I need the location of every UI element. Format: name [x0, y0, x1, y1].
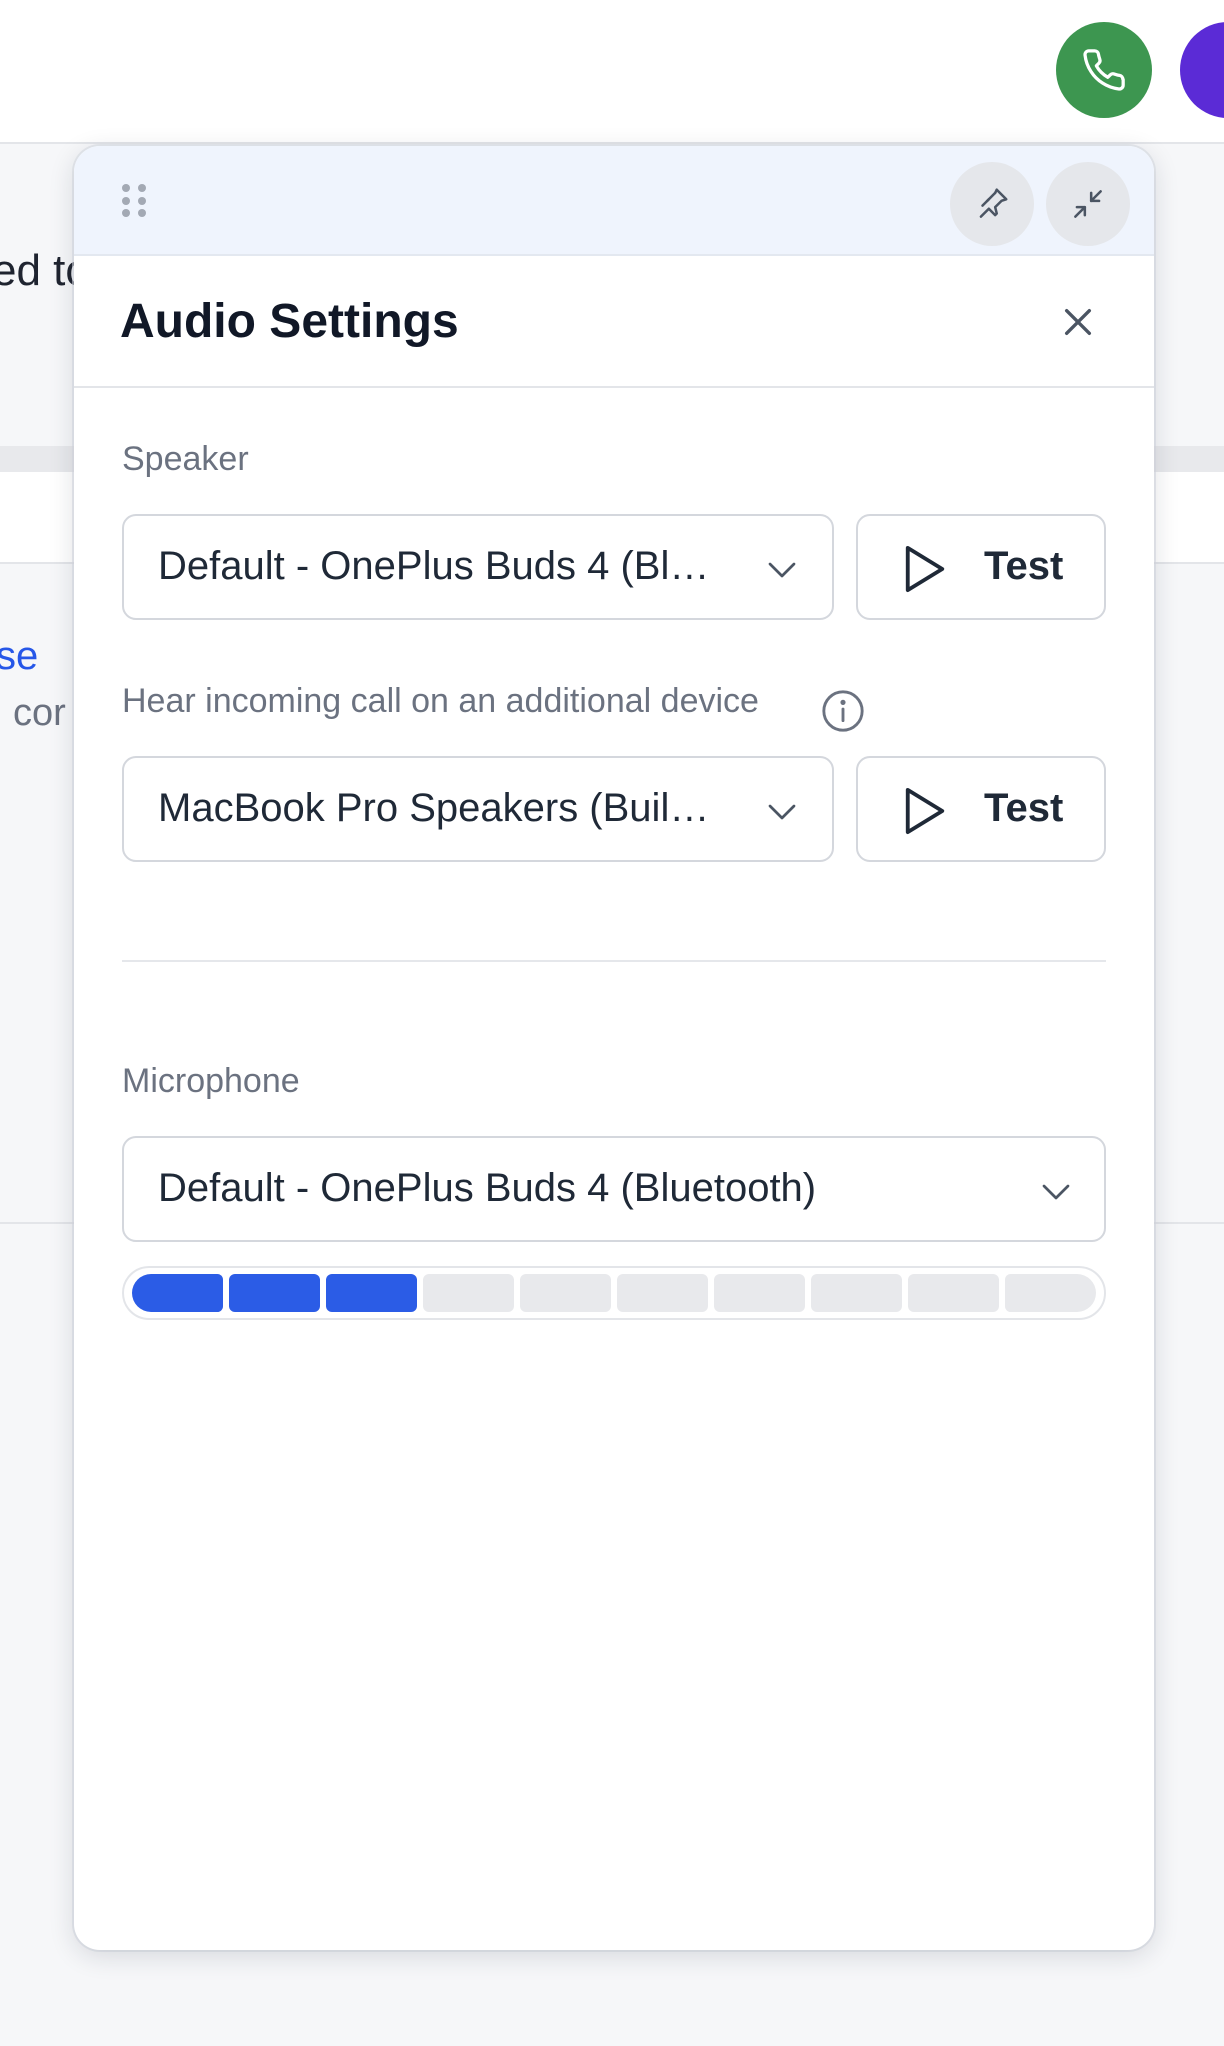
- level-segment: [520, 1274, 611, 1312]
- level-segment: [423, 1274, 514, 1312]
- call-button[interactable]: [1056, 22, 1152, 118]
- additional-device-test-label: Test: [984, 786, 1064, 830]
- additional-device-test-button[interactable]: Test: [856, 756, 1106, 862]
- speaker-test-button[interactable]: Test: [856, 514, 1106, 620]
- section-divider: [122, 960, 1106, 962]
- minimize-icon: [1074, 190, 1102, 218]
- speaker-label: Speaker: [122, 440, 249, 478]
- play-icon: [905, 788, 945, 834]
- panel-title: Audio Settings: [120, 295, 459, 348]
- app-topbar: [0, 0, 1224, 144]
- audio-settings-panel: Audio Settings Speaker Default - OnePlus…: [74, 146, 1154, 1950]
- level-segment: [1005, 1274, 1096, 1312]
- pin-button[interactable]: [950, 162, 1034, 246]
- user-avatar[interactable]: [1180, 22, 1224, 118]
- chevron-down-icon: [768, 562, 796, 578]
- play-icon: [905, 546, 945, 592]
- panel-drag-header[interactable]: [74, 146, 1154, 256]
- drag-handle-icon[interactable]: [122, 184, 146, 218]
- close-icon: [1064, 308, 1092, 336]
- additional-device-select-value: MacBook Pro Speakers (Buil…: [158, 786, 710, 830]
- level-segment: [617, 1274, 708, 1312]
- additional-device-select[interactable]: MacBook Pro Speakers (Buil…: [122, 756, 834, 862]
- pin-icon: [979, 188, 1008, 218]
- additional-device-label: Hear incoming call on an additional devi…: [122, 682, 759, 720]
- level-segment: [132, 1274, 223, 1312]
- background-link[interactable]: se: [0, 634, 38, 679]
- level-segment: [908, 1274, 999, 1312]
- speaker-select-value: Default - OnePlus Buds 4 (Bl…: [158, 544, 710, 588]
- minimize-button[interactable]: [1046, 162, 1130, 246]
- background-text: l cor: [0, 692, 66, 734]
- level-segment: [326, 1274, 417, 1312]
- microphone-level-meter: [122, 1266, 1106, 1320]
- chevron-down-icon: [1042, 1184, 1070, 1200]
- chevron-down-icon: [768, 804, 796, 820]
- panel-title-row: Audio Settings: [74, 256, 1154, 388]
- level-segment: [811, 1274, 902, 1312]
- microphone-select[interactable]: Default - OnePlus Buds 4 (Bluetooth): [122, 1136, 1106, 1242]
- level-segment: [229, 1274, 320, 1312]
- speaker-test-label: Test: [984, 544, 1064, 588]
- microphone-select-value: Default - OnePlus Buds 4 (Bluetooth): [158, 1166, 817, 1210]
- phone-icon: [1083, 49, 1125, 91]
- info-icon[interactable]: [820, 688, 866, 734]
- close-button[interactable]: [1054, 298, 1102, 346]
- speaker-select[interactable]: Default - OnePlus Buds 4 (Bl…: [122, 514, 834, 620]
- microphone-label: Microphone: [122, 1062, 300, 1100]
- level-segment: [714, 1274, 805, 1312]
